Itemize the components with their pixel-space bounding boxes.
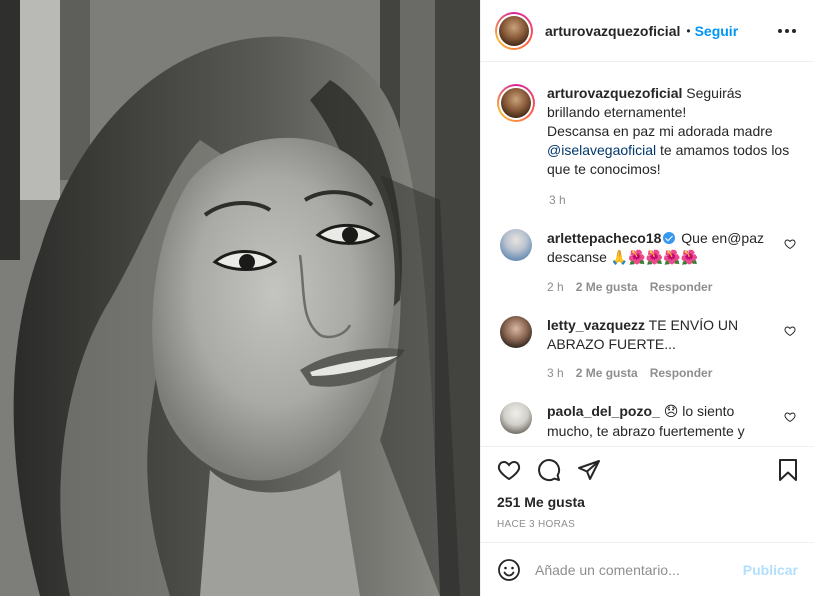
comment-like-heart-icon[interactable]	[784, 324, 796, 340]
comment-item: arlettepacheco18 Que en@paz descanse 🙏🌺🌺…	[497, 229, 798, 268]
comment-time[interactable]: 2 h	[547, 280, 564, 294]
comment-input[interactable]	[535, 561, 743, 578]
add-comment-bar: Publicar	[481, 542, 814, 596]
comment-emoji: 😞	[663, 404, 679, 420]
author-username[interactable]: arturovazquezoficial	[545, 23, 680, 39]
reply-button[interactable]: Responder	[650, 366, 713, 380]
comment-icon[interactable]	[537, 458, 561, 482]
bookmark-icon[interactable]	[776, 458, 800, 482]
post-side-panel: arturovazquezoficial • Seguir arturovazq…	[480, 0, 814, 596]
comment-item: letty_vazquezz TE ENVÍO UN ABRAZO FUERTE…	[497, 316, 798, 354]
comment-text: paola_del_pozo_ 😞 lo siento mucho, te ab…	[547, 402, 767, 441]
caption-mention[interactable]: @iselavegaoficial	[547, 142, 656, 158]
likes-count[interactable]: 251 Me gusta	[481, 492, 814, 510]
comment-meta: 2 h 2 Me gusta Responder	[547, 280, 798, 294]
comment-item: paola_del_pozo_ 😞 lo siento mucho, te ab…	[497, 402, 798, 441]
action-bar	[481, 446, 814, 492]
caption-line-2: Descansa en paz mi adorada madre	[547, 123, 773, 139]
comment-emojis: 🙏🌺🌺🌺🌺	[610, 250, 698, 266]
comment-likes[interactable]: 2 Me gusta	[576, 280, 638, 294]
comment-time[interactable]: 3 h	[547, 366, 564, 380]
post-time-ago[interactable]: HACE 3 HORAS	[481, 510, 814, 542]
commenter-avatar[interactable]	[500, 229, 532, 261]
comment-like-heart-icon[interactable]	[784, 410, 796, 426]
smiley-icon[interactable]	[497, 558, 521, 582]
post-modal: arturovazquezoficial • Seguir arturovazq…	[0, 0, 814, 596]
comment-likes[interactable]: 2 Me gusta	[576, 366, 638, 380]
commenter-avatar[interactable]	[500, 316, 532, 348]
caption-text: arturovazquezoficial Seguirás brillando …	[547, 84, 797, 179]
reply-button[interactable]: Responder	[650, 280, 713, 294]
comment-like-heart-icon[interactable]	[784, 237, 796, 253]
caption-avatar[interactable]	[497, 84, 535, 122]
caption: arturovazquezoficial Seguirás brillando …	[497, 84, 798, 179]
follow-button[interactable]: Seguir	[695, 23, 739, 39]
comment-text: letty_vazquezz TE ENVÍO UN ABRAZO FUERTE…	[547, 316, 767, 354]
share-icon[interactable]	[577, 458, 601, 482]
publish-button[interactable]: Publicar	[743, 562, 798, 578]
comment-text: arlettepacheco18 Que en@paz descanse 🙏🌺🌺…	[547, 229, 767, 268]
separator-dot: •	[686, 23, 691, 38]
caption-username[interactable]: arturovazquezoficial	[547, 85, 682, 101]
comment-meta: 3 h 2 Me gusta Responder	[547, 366, 798, 380]
comments-list[interactable]: arturovazquezoficial Seguirás brillando …	[481, 62, 814, 446]
post-header: arturovazquezoficial • Seguir	[481, 0, 814, 62]
commenter-username[interactable]: paola_del_pozo_	[547, 403, 660, 419]
author-avatar[interactable]	[495, 11, 533, 50]
heart-icon[interactable]	[497, 458, 521, 482]
commenter-avatar[interactable]	[500, 402, 532, 434]
caption-time[interactable]: 3 h	[549, 193, 798, 207]
post-image[interactable]	[0, 0, 480, 596]
more-horizontal-icon[interactable]	[774, 25, 800, 37]
commenter-username[interactable]: arlettepacheco18	[547, 230, 661, 246]
verified-badge-icon	[663, 232, 676, 244]
commenter-username[interactable]: letty_vazquezz	[547, 317, 645, 333]
portrait-photo	[0, 0, 480, 596]
